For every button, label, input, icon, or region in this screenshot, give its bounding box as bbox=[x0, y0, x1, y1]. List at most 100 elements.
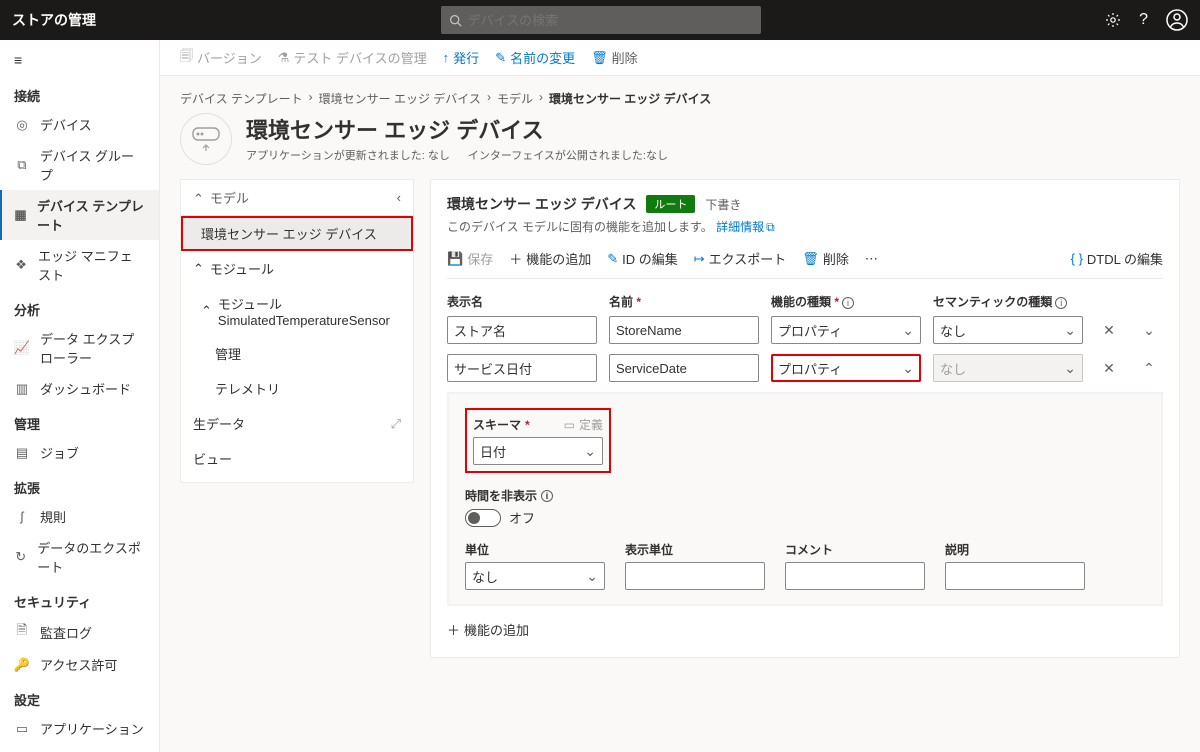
gear-icon[interactable] bbox=[1105, 12, 1121, 28]
more-info-link[interactable]: 詳細情報 bbox=[716, 220, 764, 234]
comment-label: コメント bbox=[785, 541, 833, 558]
cap-type-select[interactable]: プロパティ bbox=[771, 316, 921, 344]
account-icon[interactable] bbox=[1166, 9, 1188, 31]
tree-item-modules[interactable]: ⌃モジュール bbox=[181, 251, 413, 286]
sidebar-item-data-explorer[interactable]: 📈データ エクスプローラー bbox=[0, 323, 159, 373]
device-groups-icon: ⧉ bbox=[14, 157, 30, 173]
test-icon: ⚗ bbox=[278, 50, 290, 66]
group-extend: 拡張 bbox=[0, 468, 159, 501]
schema-select[interactable]: 日付 bbox=[473, 437, 603, 465]
group-security: セキュリティ bbox=[0, 582, 159, 615]
chevron-down-icon: ⌃ bbox=[201, 303, 212, 319]
export-icon: ↦ bbox=[694, 251, 705, 267]
help-icon[interactable]: ? bbox=[1139, 11, 1148, 29]
jobs-icon: ▤ bbox=[14, 445, 30, 461]
template-icon: ▦ bbox=[14, 207, 27, 223]
sidebar-item-data-export[interactable]: ↻データのエクスポート bbox=[0, 532, 159, 582]
sidebar-item-application[interactable]: ▭アプリケーション bbox=[0, 713, 159, 744]
name-input[interactable]: ServiceDate bbox=[609, 354, 759, 382]
device-avatar bbox=[180, 113, 232, 165]
cmd-export[interactable]: ↦エクスポート bbox=[694, 249, 787, 268]
remove-row-button[interactable]: ✕ bbox=[1095, 322, 1123, 339]
sidebar-item-devices[interactable]: ◎デバイス bbox=[0, 109, 159, 140]
name-input[interactable]: StoreName bbox=[609, 316, 759, 344]
plus-icon: ＋ bbox=[509, 249, 522, 268]
display-name-input[interactable]: サービス日付 bbox=[447, 354, 597, 382]
info-icon[interactable]: i bbox=[541, 490, 553, 502]
comment-input[interactable] bbox=[785, 562, 925, 590]
chevron-left-icon: ‹ bbox=[397, 190, 401, 205]
search-input[interactable] bbox=[468, 13, 753, 28]
sidebar-item-edge-manifests[interactable]: ❖エッジ マニフェスト bbox=[0, 240, 159, 290]
display-unit-input[interactable] bbox=[625, 562, 765, 590]
crumb-2[interactable]: 環境センサー エッジ デバイス bbox=[319, 90, 481, 107]
sidebar-item-rules[interactable]: ʃ規則 bbox=[0, 501, 159, 532]
tree-item-device[interactable]: 環境センサー エッジ デバイス bbox=[181, 216, 413, 251]
tree-item-raw[interactable]: 生データ⤢ bbox=[181, 406, 413, 441]
search-box[interactable] bbox=[441, 6, 761, 34]
description-label: 説明 bbox=[945, 541, 969, 558]
unit-select[interactable]: なし bbox=[465, 562, 605, 590]
expand-row-button[interactable]: ⌄ bbox=[1135, 322, 1163, 339]
tree-item-view[interactable]: ビュー bbox=[181, 441, 413, 476]
sidebar-item-audit-logs[interactable]: 🗎監査ログ bbox=[0, 615, 159, 649]
tree-item-manage[interactable]: 管理 bbox=[181, 336, 413, 371]
devices-icon: ◎ bbox=[14, 117, 30, 133]
description-input[interactable] bbox=[945, 562, 1085, 590]
search-icon bbox=[449, 14, 468, 27]
cmd-delete[interactable]: 🗑削除 bbox=[802, 249, 849, 268]
col-semantic: セマンティックの種類 bbox=[933, 295, 1052, 309]
sidebar-item-device-templates[interactable]: ▦デバイス テンプレート bbox=[0, 190, 159, 240]
draft-label: 下書き bbox=[705, 196, 741, 213]
pencil-icon: ✎ bbox=[607, 251, 618, 267]
cap-type-select[interactable]: プロパティ bbox=[771, 354, 921, 382]
define-icon: ▭ bbox=[564, 418, 575, 432]
sidebar-item-dashboard[interactable]: ▥ダッシュボード bbox=[0, 373, 159, 404]
expand-icon: ⤢ bbox=[391, 416, 401, 432]
toolbar-rename[interactable]: ✎名前の変更 bbox=[495, 48, 575, 67]
add-capability-button[interactable]: ＋ 機能の追加 bbox=[447, 620, 1163, 639]
info-icon[interactable]: i bbox=[842, 297, 854, 309]
card-desc: このデバイス モデルに固有の機能を追加します。 bbox=[447, 220, 713, 234]
tree-item-telemetry[interactable]: テレメトリ bbox=[181, 371, 413, 406]
group-manage: 管理 bbox=[0, 404, 159, 437]
group-settings: 設定 bbox=[0, 680, 159, 713]
display-unit-label: 表示単位 bbox=[625, 541, 673, 558]
group-analyze: 分析 bbox=[0, 290, 159, 323]
sidebar-item-permissions[interactable]: 🔑アクセス許可 bbox=[0, 649, 159, 680]
cmd-edit-id[interactable]: ✎ID の編集 bbox=[607, 249, 678, 268]
toolbar-publish[interactable]: ↑発行 bbox=[443, 48, 480, 67]
page-sub-2: インターフェイスが公開されました:なし bbox=[468, 147, 668, 163]
cmd-more[interactable]: ⋯ bbox=[865, 251, 878, 267]
capability-row: サービス日付 ServiceDate プロパティ なし ✕ ⌃ bbox=[447, 354, 1163, 382]
crumb-1[interactable]: デバイス テンプレート bbox=[180, 90, 303, 107]
col-cap-type: 機能の種類 bbox=[771, 295, 839, 309]
explorer-icon: 📈 bbox=[14, 340, 30, 356]
sidebar-item-customize[interactable]: ▧カスタマイズ bbox=[0, 744, 159, 752]
popout-icon: ⧉ bbox=[766, 220, 775, 234]
info-icon[interactable]: i bbox=[1055, 297, 1067, 309]
publish-icon: ↑ bbox=[443, 50, 450, 65]
sidebar-item-device-groups[interactable]: ⧉デバイス グループ bbox=[0, 140, 159, 190]
cmd-add-capability[interactable]: ＋機能の追加 bbox=[509, 249, 591, 268]
tree-item-module-sim[interactable]: ⌃モジュール SimulatedTemperatureSensor bbox=[181, 286, 413, 336]
hamburger-icon[interactable]: ≡ bbox=[0, 44, 159, 76]
semantic-select[interactable]: なし bbox=[933, 316, 1083, 344]
unit-label: 単位 bbox=[465, 541, 489, 558]
tree-header[interactable]: ⌃モデル ‹ bbox=[181, 180, 413, 216]
toolbar-delete[interactable]: 🗑削除 bbox=[591, 48, 638, 67]
application-icon: ▭ bbox=[14, 721, 30, 737]
collapse-row-button[interactable]: ⌃ bbox=[1135, 360, 1163, 377]
sidebar-item-jobs[interactable]: ▤ジョブ bbox=[0, 437, 159, 468]
page-title: 環境センサー エッジ デバイス bbox=[246, 113, 668, 145]
display-name-input[interactable]: ストア名 bbox=[447, 316, 597, 344]
export-icon: ↻ bbox=[14, 549, 27, 565]
cmd-dtdl[interactable]: { }DTDL の編集 bbox=[1071, 249, 1163, 268]
group-connect: 接続 bbox=[0, 76, 159, 109]
schema-label: スキーマ bbox=[473, 416, 521, 433]
remove-row-button[interactable]: ✕ bbox=[1095, 360, 1123, 377]
crumb-3[interactable]: モデル bbox=[497, 90, 533, 107]
sidebar: ≡ 接続 ◎デバイス ⧉デバイス グループ ▦デバイス テンプレート ❖エッジ … bbox=[0, 40, 160, 752]
chevron-down-icon: ⌃ bbox=[193, 261, 204, 277]
hide-time-toggle[interactable] bbox=[465, 509, 501, 527]
